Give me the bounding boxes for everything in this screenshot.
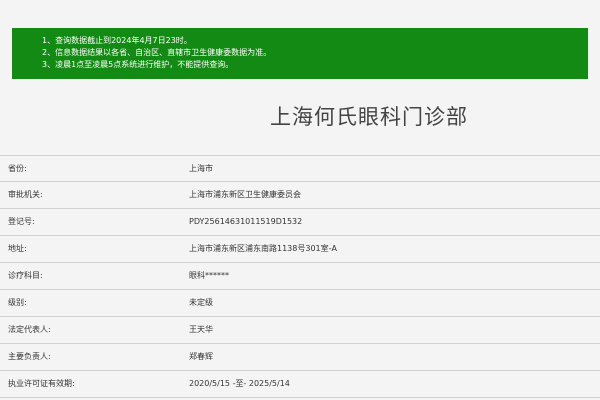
row-value: 2020/5/15 -至- 2025/5/14 bbox=[189, 379, 290, 388]
row-value: 郑春辉 bbox=[189, 352, 213, 361]
row-value: 上海市浦东新区浦东南路1138号301室-A bbox=[189, 244, 337, 253]
table-row-license-validity: 执业许可证有效期: 2020/5/15 -至- 2025/5/14 bbox=[0, 371, 600, 398]
row-label: 诊疗科目: bbox=[8, 271, 43, 280]
row-value: 上海市浦东新区卫生健康委员会 bbox=[189, 190, 301, 199]
notice-line: 2、信息数据结果以各省、自治区、直辖市卫生健康委数据为准。 bbox=[42, 48, 272, 57]
table-row-principal: 主要负责人: 郑春辉 bbox=[0, 344, 600, 371]
info-table: 省份: 上海市 审批机关: 上海市浦东新区卫生健康委员会 登记号: PDY256… bbox=[0, 155, 600, 398]
row-label: 省份: bbox=[8, 164, 27, 173]
row-label: 级别: bbox=[8, 298, 27, 307]
row-label: 登记号: bbox=[8, 217, 35, 226]
table-row-province: 省份: 上海市 bbox=[0, 155, 600, 182]
row-label: 执业许可证有效期: bbox=[8, 379, 75, 388]
row-value: 未定级 bbox=[189, 298, 213, 307]
notice-banner: 1、查询数据截止到2024年4月7日23时。 2、信息数据结果以各省、自治区、直… bbox=[12, 28, 588, 79]
table-row-registration-number: 登记号: PDY25614631011519D1532 bbox=[0, 209, 600, 236]
notice-line: 1、查询数据截止到2024年4月7日23时。 bbox=[42, 36, 192, 45]
row-label: 主要负责人: bbox=[8, 352, 51, 361]
table-row-treatment-subjects: 诊疗科目: 眼科****** bbox=[0, 263, 600, 290]
row-value: 上海市 bbox=[189, 164, 213, 173]
row-value: 王天华 bbox=[189, 325, 213, 334]
row-label: 地址: bbox=[8, 244, 27, 253]
row-label: 法定代表人: bbox=[8, 325, 51, 334]
table-row-legal-representative: 法定代表人: 王天华 bbox=[0, 317, 600, 344]
row-value: PDY25614631011519D1532 bbox=[189, 217, 303, 226]
table-row-address: 地址: 上海市浦东新区浦东南路1138号301室-A bbox=[0, 236, 600, 263]
table-row-approval-authority: 审批机关: 上海市浦东新区卫生健康委员会 bbox=[0, 182, 600, 209]
row-value: 眼科****** bbox=[189, 271, 229, 280]
notice-line: 3、凌晨1点至凌晨5点系统进行维护，不能提供查询。 bbox=[42, 60, 234, 69]
table-row-level: 级别: 未定级 bbox=[0, 290, 600, 317]
row-label: 审批机关: bbox=[8, 190, 43, 199]
page-title: 上海何氏眼科门诊部 bbox=[270, 105, 468, 129]
